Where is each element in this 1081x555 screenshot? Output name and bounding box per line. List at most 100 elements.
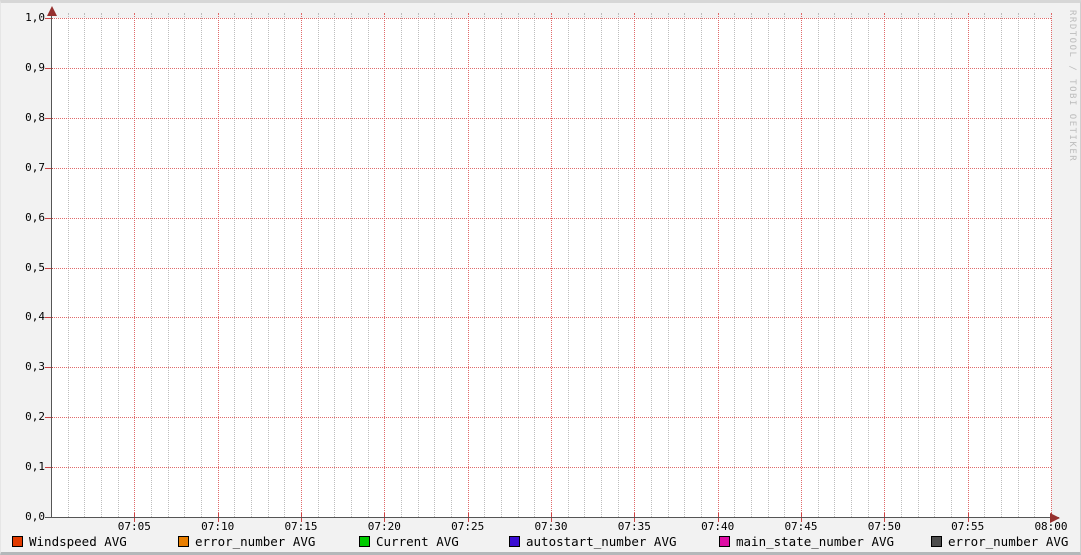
minor-gridline-vertical [984, 13, 986, 517]
x-axis-tick-label: 07:25 [451, 520, 485, 533]
major-gridline-horizontal [51, 267, 1051, 269]
major-gridline-vertical [717, 13, 719, 517]
minor-gridline-vertical [517, 13, 519, 517]
legend-swatch-icon [178, 536, 189, 547]
minor-gridline-vertical [451, 13, 452, 517]
y-axis-tick-label: 0,5 [25, 260, 45, 274]
minor-gridline-vertical [234, 13, 236, 517]
y-axis-tick-label: 0,2 [25, 410, 45, 424]
minor-gridline-vertical [117, 13, 119, 517]
major-gridline-horizontal [51, 417, 1051, 419]
minor-gridline-vertical [867, 13, 869, 517]
minor-gridline-vertical [834, 13, 836, 517]
x-axis-tick-label: 07:30 [534, 520, 568, 533]
y-axis-tick-label: 0,1 [25, 460, 45, 474]
minor-gridline-vertical [1001, 13, 1002, 517]
minor-gridline-vertical [1017, 13, 1019, 517]
minor-gridline-vertical [1034, 13, 1036, 517]
legend-swatch-icon [509, 536, 520, 547]
minor-gridline-vertical [167, 13, 169, 517]
major-gridline-vertical [634, 13, 636, 517]
x-axis-line [45, 517, 1059, 518]
legend-item: error_number AVG [178, 535, 315, 548]
major-gridline-horizontal [51, 367, 1051, 369]
major-gridline-horizontal [51, 117, 1051, 119]
major-gridline-vertical [301, 13, 302, 517]
minor-gridline-vertical [684, 13, 686, 517]
legend-label: Current AVG [376, 534, 459, 549]
x-axis-tick-label: 07:35 [617, 520, 651, 533]
y-axis-tick-label: 0,8 [25, 110, 45, 124]
minor-gridline-vertical [284, 13, 286, 517]
y-axis-tick-label: 0,4 [25, 310, 45, 324]
legend-label: Windspeed AVG [29, 534, 127, 549]
x-axis-tick-label: 07:10 [201, 520, 235, 533]
watermark: RRDTOOL / TOBI OETIKER [1067, 10, 1077, 163]
major-gridline-horizontal [51, 67, 1051, 69]
major-gridline-vertical [467, 13, 469, 517]
minor-gridline-vertical [334, 13, 336, 517]
minor-gridline-vertical [251, 13, 252, 517]
major-gridline-vertical [217, 13, 219, 517]
minor-gridline-vertical [417, 13, 419, 517]
minor-gridline-vertical [601, 13, 602, 517]
minor-gridline-vertical [617, 13, 619, 517]
y-axis-tick-label: 1,0 [25, 11, 45, 24]
minor-gridline-vertical [934, 13, 936, 517]
minor-gridline-vertical [767, 13, 769, 517]
x-axis-tick-label: 07:45 [784, 520, 818, 533]
major-gridline-vertical [967, 13, 969, 517]
minor-gridline-vertical [67, 13, 69, 517]
legend-label: error_number AVG [195, 534, 316, 549]
minor-gridline-vertical [584, 13, 586, 517]
minor-gridline-vertical [917, 13, 919, 517]
major-gridline-vertical [884, 13, 886, 517]
minor-gridline-vertical [401, 13, 402, 517]
legend-item: Windspeed AVG [12, 535, 127, 548]
minor-gridline-vertical [851, 13, 852, 517]
minor-gridline-vertical [267, 13, 269, 517]
legend-item: main_state_number AVG [719, 535, 894, 548]
legend-swatch-icon [931, 536, 942, 547]
rrdtool-graph: 1,0 0,9 0,8 0,7 0,6 0,5 0,4 0,3 0,2 0,1 0,0 07:05 0… [0, 0, 1081, 555]
major-gridline-vertical [801, 13, 802, 517]
minor-gridline-vertical [434, 13, 436, 517]
major-gridline-vertical [134, 13, 136, 517]
minor-gridline-vertical [184, 13, 186, 517]
legend-label: autostart_number AVG [526, 534, 677, 549]
minor-gridline-vertical [367, 13, 369, 517]
y-axis-line [51, 9, 52, 517]
minor-gridline-vertical [84, 13, 86, 517]
major-gridline-horizontal [51, 18, 1051, 19]
minor-gridline-vertical [151, 13, 152, 517]
minor-gridline-vertical [817, 13, 819, 517]
y-axis-tick-label: 0,9 [25, 60, 45, 74]
legend-item: Current AVG [359, 535, 459, 548]
legend-item: error_number AVG [931, 535, 1068, 548]
major-gridline-vertical [551, 13, 552, 517]
minor-gridline-vertical [201, 13, 202, 517]
legend-swatch-icon [12, 536, 23, 547]
minor-gridline-vertical [101, 13, 102, 517]
minor-gridline-vertical [784, 13, 786, 517]
y-axis-arrow-icon [47, 6, 57, 16]
minor-gridline-vertical [901, 13, 902, 517]
x-axis-tick-label: 07:15 [284, 520, 318, 533]
y-axis-tick-label: 0,0 [25, 510, 45, 523]
legend-swatch-icon [359, 536, 370, 547]
major-gridline-horizontal [51, 317, 1051, 319]
legend-label: main_state_number AVG [736, 534, 895, 549]
y-axis-tick-label: 0,7 [25, 160, 45, 174]
minor-gridline-vertical [484, 13, 486, 517]
major-gridline-horizontal [51, 467, 1051, 469]
minor-gridline-vertical [317, 13, 319, 517]
x-axis-tick-label: 07:40 [701, 520, 735, 533]
major-gridline-horizontal [51, 217, 1051, 219]
minor-gridline-vertical [667, 13, 669, 517]
x-axis-tick-label: 07:50 [867, 520, 901, 533]
major-gridline-vertical [384, 13, 386, 517]
minor-gridline-vertical [701, 13, 702, 517]
x-axis-tick-label: 08:00 [1034, 520, 1068, 533]
major-gridline-vertical [1051, 13, 1052, 517]
y-axis-tick-label: 0,6 [25, 210, 45, 224]
